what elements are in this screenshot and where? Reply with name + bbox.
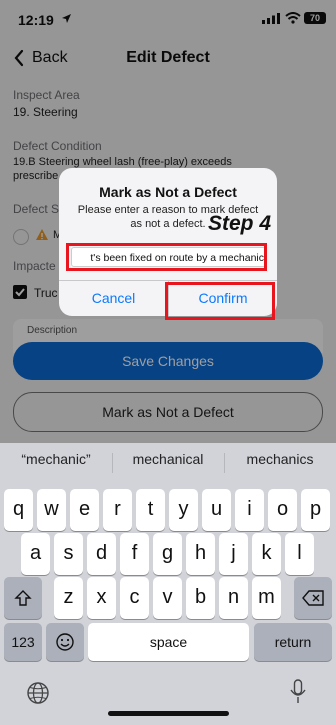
cancel-button[interactable]: Cancel — [59, 280, 168, 316]
shift-key[interactable] — [4, 577, 42, 619]
key-r[interactable]: r — [103, 489, 132, 531]
key-p[interactable]: p — [301, 489, 330, 531]
key-t[interactable]: t — [136, 489, 165, 531]
confirm-highlight-box — [165, 282, 275, 320]
shift-icon — [14, 590, 32, 606]
key-g[interactable]: g — [153, 533, 182, 575]
key-j[interactable]: j — [219, 533, 248, 575]
key-o[interactable]: o — [268, 489, 297, 531]
key-q[interactable]: q — [4, 489, 33, 531]
numbers-key[interactable]: 123 — [4, 623, 42, 661]
key-u[interactable]: u — [202, 489, 231, 531]
key-k[interactable]: k — [252, 533, 281, 575]
step-label: Step 4 — [208, 212, 272, 235]
backspace-icon — [302, 590, 324, 606]
key-v[interactable]: v — [153, 577, 182, 619]
space-key[interactable]: space — [88, 623, 249, 661]
key-m[interactable]: m — [252, 577, 281, 619]
key-b[interactable]: b — [186, 577, 215, 619]
key-n[interactable]: n — [219, 577, 248, 619]
globe-icon[interactable] — [26, 681, 50, 705]
key-z[interactable]: z — [54, 577, 83, 619]
suggestion-3[interactable]: mechanics — [224, 451, 336, 467]
suggestion-2[interactable]: mechanical — [112, 451, 224, 467]
home-indicator — [108, 711, 229, 716]
dialog-title: Mark as Not a Defect — [99, 184, 237, 200]
key-a[interactable]: a — [21, 533, 50, 575]
key-i[interactable]: i — [235, 489, 264, 531]
emoji-key[interactable] — [46, 623, 84, 661]
key-x[interactable]: x — [87, 577, 116, 619]
key-f[interactable]: f — [120, 533, 149, 575]
return-key[interactable]: return — [254, 623, 332, 661]
key-w[interactable]: w — [37, 489, 66, 531]
key-h[interactable]: h — [186, 533, 215, 575]
key-l[interactable]: l — [285, 533, 314, 575]
delete-key[interactable] — [294, 577, 332, 619]
input-highlight-box — [66, 243, 267, 271]
key-e[interactable]: e — [70, 489, 99, 531]
key-d[interactable]: d — [87, 533, 116, 575]
key-y[interactable]: y — [169, 489, 198, 531]
key-s[interactable]: s — [54, 533, 83, 575]
key-c[interactable]: c — [120, 577, 149, 619]
microphone-icon[interactable] — [289, 679, 307, 705]
emoji-icon — [56, 633, 74, 651]
on-screen-keyboard: “mechanic” mechanical mechanics 123 spac… — [0, 443, 336, 725]
suggestion-1[interactable]: “mechanic” — [0, 451, 112, 467]
